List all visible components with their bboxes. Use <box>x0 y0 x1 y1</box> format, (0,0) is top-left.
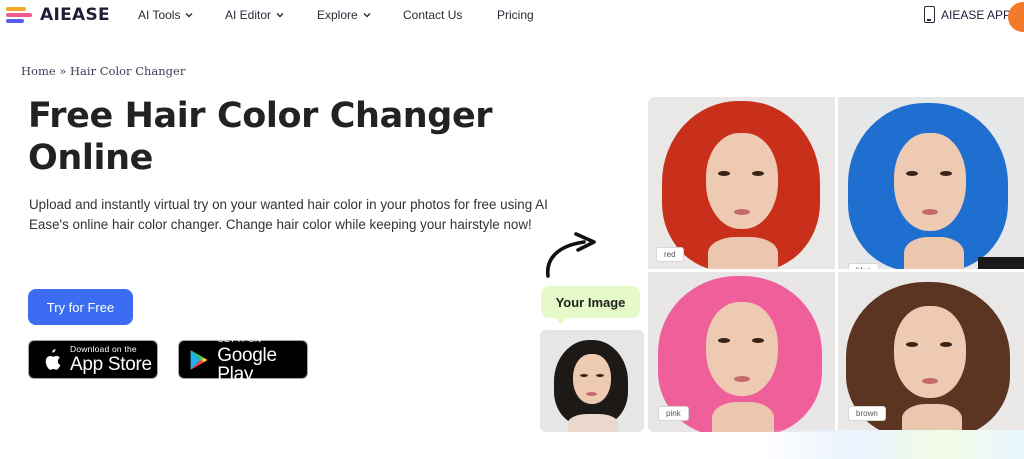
nav-ai-tools-label: AI Tools <box>138 8 181 22</box>
logo-text: AIEASE <box>40 5 110 25</box>
google-play-icon <box>190 349 208 370</box>
pink-hair-sample: pink <box>648 272 835 432</box>
logo-icon <box>6 5 34 25</box>
red-hair-sample: red <box>648 97 835 269</box>
your-image-label: Your Image <box>555 294 626 310</box>
chevron-down-icon <box>363 13 371 18</box>
app-store-button[interactable]: Download on the App Store <box>28 340 158 379</box>
nav-contact-us-label: Contact Us <box>403 8 463 22</box>
nav-pricing-label: Pricing <box>497 8 534 22</box>
original-photo <box>540 330 644 432</box>
nav-explore[interactable]: Explore <box>317 8 372 22</box>
app-store-big-label: App Store <box>70 354 152 376</box>
breadcrumb[interactable]: Home » Hair Color Changer <box>21 64 185 78</box>
tag-blue: blue <box>848 263 880 269</box>
phone-icon <box>924 6 935 23</box>
nav-ai-editor[interactable]: AI Editor <box>225 8 285 22</box>
brown-hair-sample: brown <box>838 272 1024 432</box>
google-play-small-label: GET IT ON <box>217 334 262 345</box>
hero-description: Upload and instantly virtual try on your… <box>29 197 548 232</box>
nav-explore-label: Explore <box>317 8 358 22</box>
nav-ai-tools[interactable]: AI Tools <box>138 8 194 22</box>
tag-brown: brown <box>848 406 886 421</box>
google-play-button[interactable]: GET IT ON Google Play <box>178 335 308 384</box>
curved-arrow-icon <box>546 232 596 278</box>
chevron-down-icon <box>185 13 193 18</box>
blue-hair-sample: blue <box>838 97 1024 269</box>
tag-pink: pink <box>658 406 689 421</box>
google-play-big-label: Google Play <box>217 344 277 385</box>
nav-contact-us[interactable]: Contact Us <box>403 8 462 22</box>
tag-red: red <box>656 247 684 262</box>
decorative-gradient <box>760 430 1024 459</box>
logo[interactable]: AIEASE <box>6 5 110 25</box>
your-image-bubble: Your Image <box>541 286 640 324</box>
aiease-app-label: AIEASE APP <box>941 7 1012 22</box>
nav-pricing[interactable]: Pricing <box>497 8 534 22</box>
nav-ai-editor-label: AI Editor <box>225 8 272 22</box>
page-title: Free Hair Color Changer Online <box>28 96 493 178</box>
chevron-down-icon <box>276 13 284 18</box>
try-for-free-button[interactable]: Try for Free <box>28 289 133 325</box>
aiease-app-link[interactable]: AIEASE APP <box>924 6 1011 23</box>
top-nav: AIEASE AI Tools AI Editor Explore Contac… <box>0 0 1024 32</box>
app-store-small-label: Download on the <box>70 343 137 354</box>
apple-icon <box>45 348 61 370</box>
